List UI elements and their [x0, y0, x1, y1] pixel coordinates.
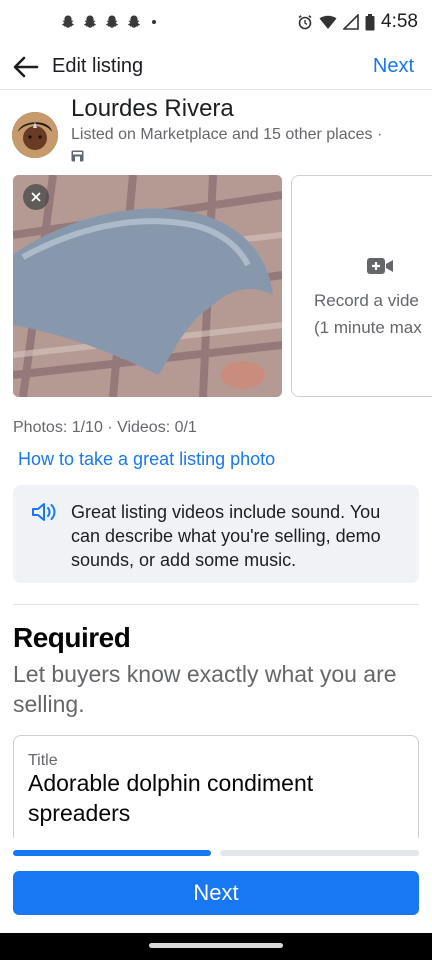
- back-arrow-icon: [13, 56, 39, 77]
- record-video-card[interactable]: Record a vide (1 minute max: [291, 175, 432, 397]
- app-header: Edit listing Next: [0, 44, 432, 90]
- media-counts: Photos: 1/10 · Videos: 0/1: [13, 419, 197, 436]
- snapchat-icon: [128, 15, 140, 28]
- record-video-limit: (1 minute max: [314, 318, 422, 337]
- battery-icon: [365, 13, 375, 30]
- alarm-icon: [298, 15, 312, 30]
- system-icons: 4:58: [297, 11, 418, 33]
- header-next-button[interactable]: Next: [373, 55, 432, 78]
- status-bar: 4:58: [0, 0, 432, 44]
- listing-locations: Listed on Marketplace and 15 other place…: [71, 126, 383, 143]
- wifi-icon: [319, 15, 337, 29]
- next-button[interactable]: Next: [13, 871, 419, 915]
- photo-tips-link[interactable]: How to take a great listing photo: [18, 449, 275, 470]
- progress-step-remaining: [220, 850, 419, 856]
- snapchat-icon: [62, 15, 74, 28]
- snapchat-icon: [106, 15, 118, 28]
- title-field-value[interactable]: Adorable dolphin condiment spreaders: [28, 768, 408, 828]
- listing-photo[interactable]: [13, 175, 282, 397]
- notification-icons: [60, 14, 156, 30]
- back-button[interactable]: [0, 44, 52, 90]
- close-icon: [31, 192, 41, 202]
- store-icon: [71, 150, 84, 162]
- sound-tip-text: Great listing videos include sound. You …: [71, 502, 381, 570]
- section-subtitle: Let buyers know exactly what you are sel…: [13, 661, 397, 717]
- remove-photo-button[interactable]: [23, 184, 49, 210]
- section-title: Required: [13, 622, 131, 653]
- speaker-icon: [32, 503, 56, 521]
- add-video-icon: [367, 258, 393, 274]
- listing-photo-image: [13, 175, 282, 397]
- seller-name[interactable]: Lourdes Rivera: [71, 95, 234, 123]
- snapchat-icon: [84, 15, 96, 28]
- record-video-label: Record a vide: [314, 291, 419, 310]
- divider: [13, 604, 419, 605]
- signal-icon: [343, 14, 359, 30]
- avatar-image: [12, 112, 58, 158]
- progress-step-complete: [13, 850, 211, 856]
- more-notifications-dot: [152, 20, 156, 24]
- home-gesture-bar[interactable]: [149, 943, 283, 948]
- page-title: Edit listing: [52, 55, 144, 77]
- avatar[interactable]: [12, 112, 58, 158]
- status-time: 4:58: [381, 11, 418, 32]
